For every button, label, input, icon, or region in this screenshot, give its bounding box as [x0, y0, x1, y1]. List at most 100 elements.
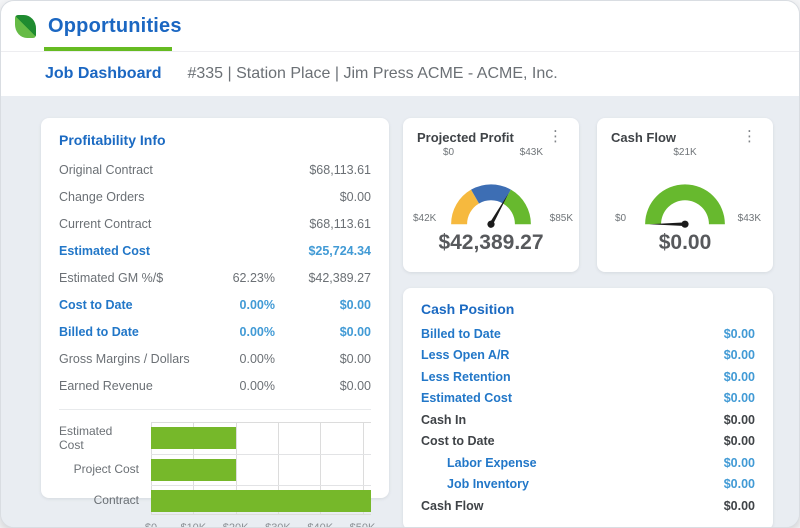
row-value: $0.00 — [724, 391, 755, 405]
project-cost-bar — [151, 459, 236, 481]
contract-bar-chart: Estimated Cost Project Cost Contract — [59, 422, 371, 528]
kebab-menu-icon[interactable]: ⋮ — [740, 130, 759, 144]
table-row-link[interactable]: Labor Expense $0.00 — [421, 452, 755, 474]
row-label[interactable]: Cost to Date — [59, 298, 197, 312]
category-label: Estimated Cost — [59, 422, 151, 453]
dashboard-content: Profitability Info Original Contract $68… — [1, 96, 799, 528]
row-value: $0.00 — [724, 477, 755, 491]
title-underline — [44, 47, 172, 51]
projected-profit-gauge: $42K $0 $43K $85K — [417, 147, 565, 230]
table-row-link[interactable]: Less Retention $0.00 — [421, 366, 755, 388]
app-header: Opportunities — [1, 1, 799, 51]
app-window: Opportunities Job Dashboard #335 | Stati… — [0, 0, 800, 528]
gauge-max-label: $85K — [550, 213, 573, 224]
gauge-min-label: $42K — [413, 213, 436, 224]
table-row-link[interactable]: Estimated Cost $0.00 — [421, 388, 755, 410]
row-label[interactable]: Estimated Cost — [59, 244, 197, 258]
cash-flow-card: Cash Flow ⋮ $0 $21K $43K — [597, 118, 773, 272]
cash-flow-value: $0.00 — [611, 231, 759, 255]
x-tick-label: $50K — [350, 522, 376, 528]
gauge-row: Projected Profit ⋮ — [403, 118, 773, 272]
gauge-mid-label: $0 — [443, 147, 454, 158]
table-row-link[interactable]: Less Open A/R $0.00 — [421, 345, 755, 367]
row-value: $0.00 — [724, 327, 755, 341]
table-row: Gross Margins / Dollars 0.00% $0.00 — [59, 345, 371, 372]
table-row-link[interactable]: Cost to Date 0.00% $0.00 — [59, 291, 371, 318]
table-row-link[interactable]: Billed to Date $0.00 — [421, 323, 755, 345]
row-value: $0.00 — [724, 348, 755, 362]
x-tick-label: $20K — [223, 522, 249, 528]
cash-position-table: Billed to Date $0.00 Less Open A/R $0.00… — [421, 323, 755, 517]
row-value: $25,724.34 — [275, 244, 371, 258]
row-value: $0.00 — [275, 325, 371, 339]
gauge-min-label: $0 — [615, 213, 626, 224]
profitability-card: Profitability Info Original Contract $68… — [41, 118, 389, 498]
job-subheader: Job Dashboard #335 | Station Place | Jim… — [1, 51, 799, 96]
table-row-link[interactable]: Job Inventory $0.00 — [421, 474, 755, 496]
contract-bar — [151, 490, 371, 512]
row-value: $42,389.27 — [275, 271, 371, 285]
category-label: Contract — [59, 484, 151, 515]
row-percent: 0.00% — [197, 298, 275, 312]
row-percent: 62.23% — [197, 271, 275, 285]
row-value: $0.00 — [724, 434, 755, 448]
projected-profit-card: Projected Profit ⋮ — [403, 118, 579, 272]
gauge-mid-label: $43K — [520, 147, 543, 158]
table-row: Current Contract $68,113.61 — [59, 210, 371, 237]
gauge-arc — [621, 162, 749, 229]
estimated-cost-bar — [151, 427, 236, 449]
chart-x-axis: $0 $10K $20K $30K $40K $50K — [151, 519, 371, 528]
row-value: $0.00 — [724, 499, 755, 513]
bar-row — [151, 423, 371, 454]
row-label: Cash In — [421, 413, 724, 427]
kebab-menu-icon[interactable]: ⋮ — [546, 130, 565, 144]
bar-row — [151, 454, 371, 485]
gauge-arc — [427, 162, 555, 229]
row-label: Current Contract — [59, 217, 197, 231]
gauge-max-label: $43K — [738, 213, 761, 224]
row-label[interactable]: Less Open A/R — [421, 348, 724, 362]
row-label[interactable]: Less Retention — [421, 370, 724, 384]
x-tick-label: $10K — [180, 522, 206, 528]
table-row: Cash Flow $0.00 — [421, 495, 755, 517]
bar-row — [151, 485, 371, 516]
tab-job-dashboard[interactable]: Job Dashboard — [45, 65, 161, 83]
table-row: Earned Revenue 0.00% $0.00 — [59, 372, 371, 399]
row-value: $0.00 — [275, 379, 371, 393]
row-value: $0.00 — [724, 413, 755, 427]
row-label[interactable]: Billed to Date — [421, 327, 724, 341]
row-label[interactable]: Job Inventory — [421, 477, 724, 491]
table-row: Estimated GM %/$ 62.23% $42,389.27 — [59, 264, 371, 291]
row-label[interactable]: Billed to Date — [59, 325, 197, 339]
row-value: $0.00 — [275, 190, 371, 204]
section-divider — [59, 409, 371, 410]
profitability-title: Profitability Info — [59, 132, 371, 148]
projected-profit-title: Projected Profit — [417, 130, 514, 145]
right-column: Projected Profit ⋮ — [403, 118, 773, 528]
row-label: Cash Flow — [421, 499, 724, 513]
row-percent: 0.00% — [197, 379, 275, 393]
gauge-mid-label: $21K — [673, 147, 696, 158]
leaf-logo-icon — [15, 15, 36, 38]
row-percent: 0.00% — [197, 325, 275, 339]
table-row-link[interactable]: Estimated Cost $25,724.34 — [59, 237, 371, 264]
row-label: Cost to Date — [421, 434, 724, 448]
row-value: $68,113.61 — [275, 217, 371, 231]
table-row-link[interactable]: Billed to Date 0.00% $0.00 — [59, 318, 371, 345]
row-value: $0.00 — [275, 298, 371, 312]
x-tick-label: $0 — [145, 522, 157, 528]
row-label: Change Orders — [59, 190, 197, 204]
row-value: $68,113.61 — [275, 163, 371, 177]
table-row: Cost to Date $0.00 — [421, 431, 755, 453]
cash-position-title: Cash Position — [421, 301, 755, 317]
table-row: Cash In $0.00 — [421, 409, 755, 431]
row-label: Gross Margins / Dollars — [59, 352, 197, 366]
row-label[interactable]: Labor Expense — [421, 456, 724, 470]
job-info-text: #335 | Station Place | Jim Press ACME - … — [187, 65, 557, 83]
table-row: Original Contract $68,113.61 — [59, 156, 371, 183]
row-label: Earned Revenue — [59, 379, 197, 393]
x-tick-label: $40K — [307, 522, 333, 528]
row-label[interactable]: Estimated Cost — [421, 391, 724, 405]
row-percent: 0.00% — [197, 352, 275, 366]
category-label: Project Cost — [59, 453, 151, 484]
